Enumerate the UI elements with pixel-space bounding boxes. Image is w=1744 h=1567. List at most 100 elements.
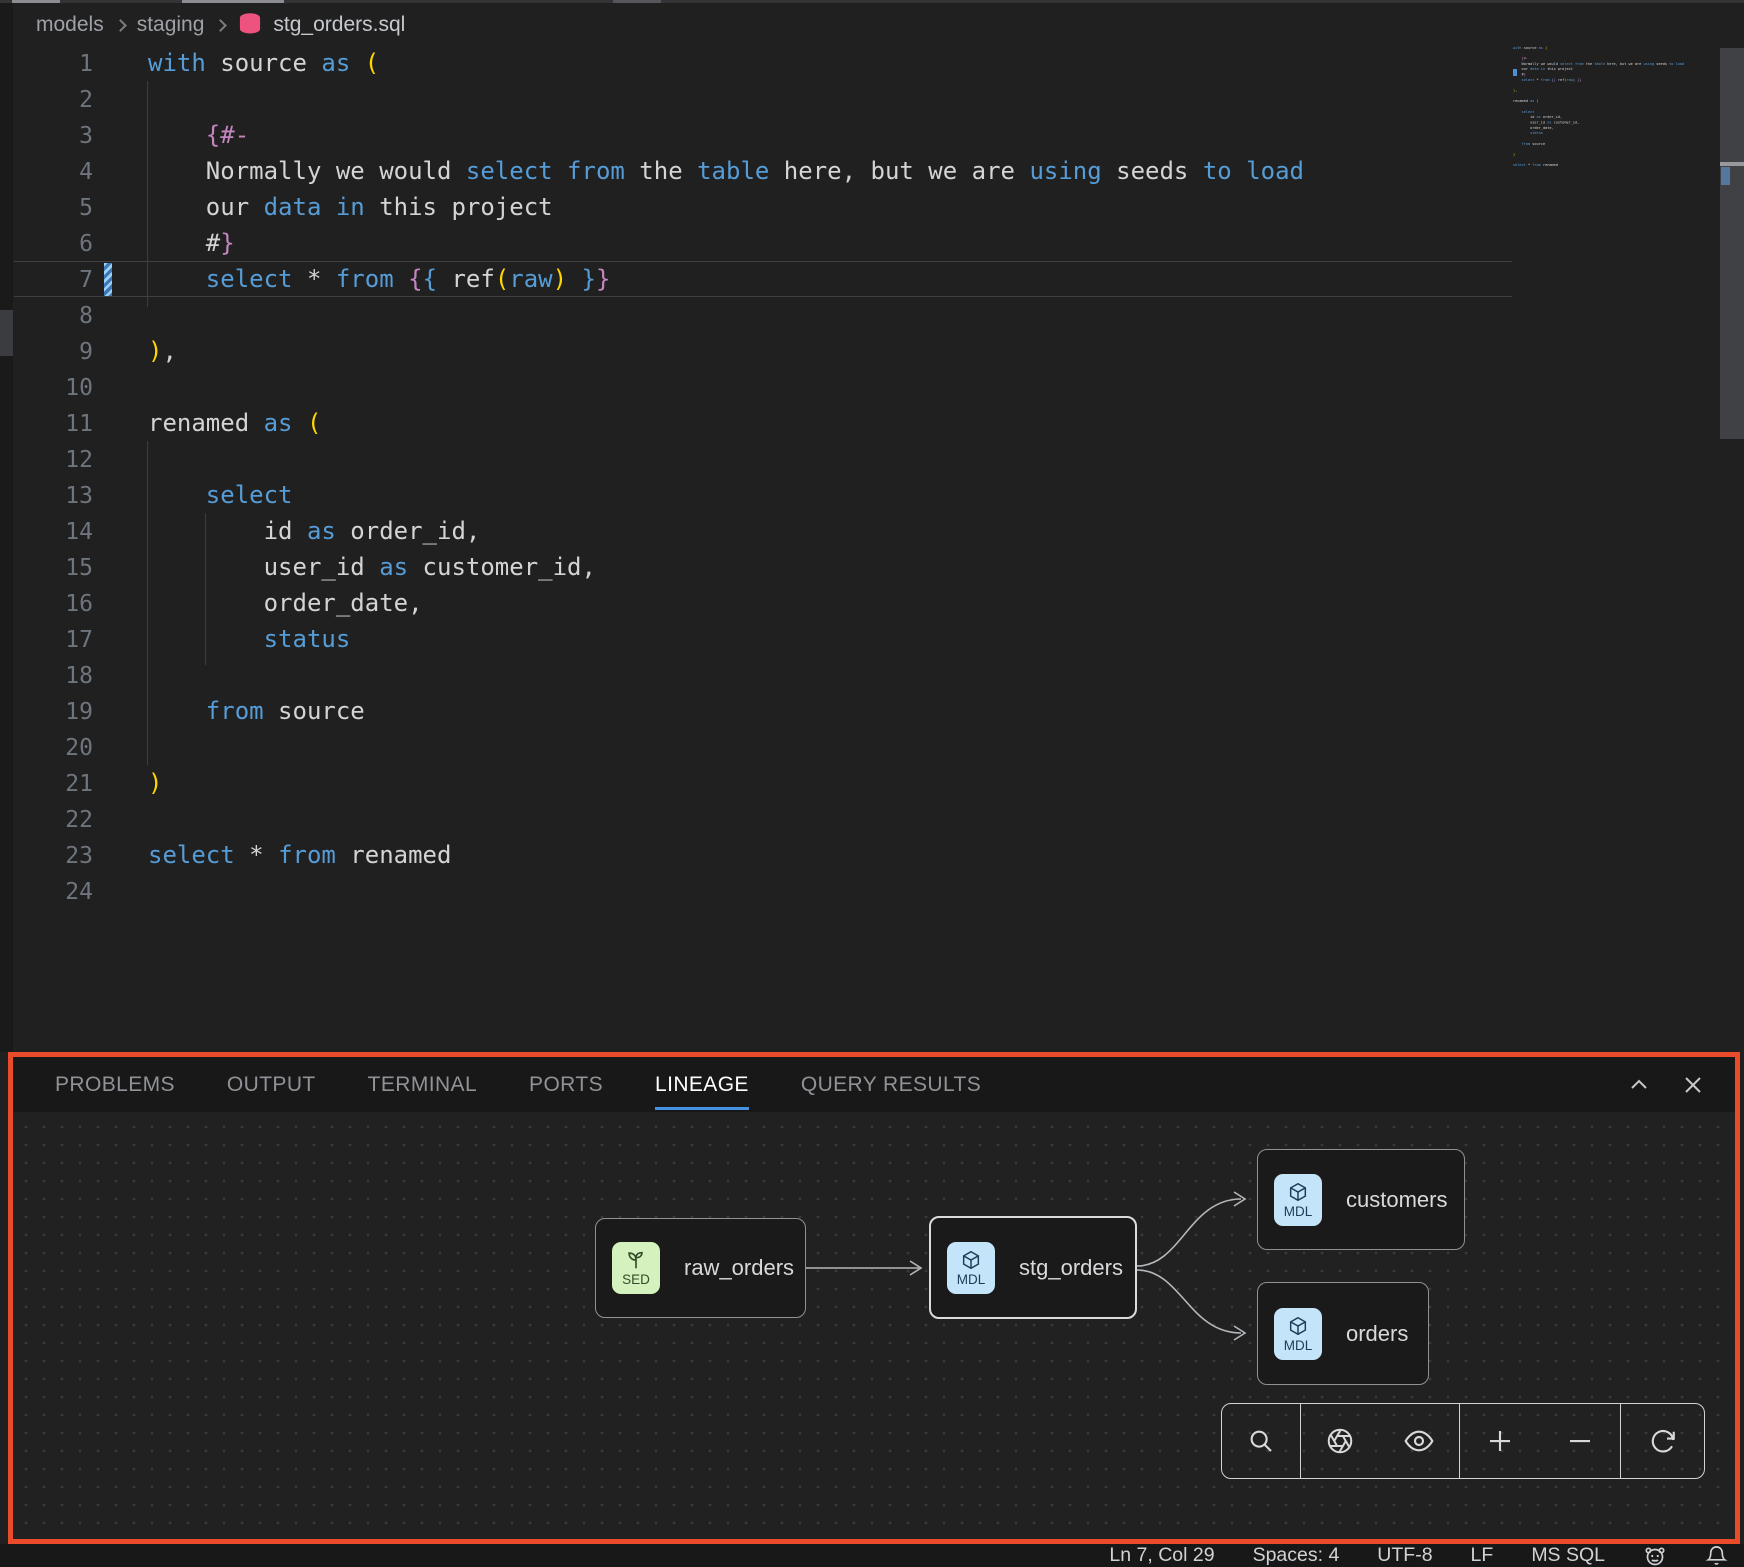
current-line-highlight	[14, 261, 1512, 297]
cursor-position[interactable]: Ln 7, Col 29	[1109, 1544, 1214, 1567]
code-line[interactable]: 14 id as order_id,	[0, 513, 1513, 549]
refresh-button[interactable]	[1648, 1426, 1678, 1456]
lineage-node-orders[interactable]: MDL orders	[1257, 1282, 1429, 1385]
lineage-toolbar	[1221, 1403, 1705, 1479]
breadcrumb: models staging stg_orders.sql	[36, 10, 405, 40]
zoom-in-button[interactable]	[1485, 1426, 1515, 1456]
breadcrumb-item-models[interactable]: models	[36, 13, 104, 37]
node-badge: MDL	[957, 1272, 986, 1287]
robot-face-icon[interactable]	[1643, 1544, 1667, 1567]
lineage-node-customers[interactable]: MDL customers	[1257, 1149, 1465, 1250]
seed-icon: SED	[612, 1242, 660, 1294]
code-line[interactable]: 15 user_id as customer_id,	[0, 549, 1513, 585]
code-line[interactable]: 11renamed as (	[0, 405, 1513, 441]
lineage-canvas[interactable]: SED raw_orders MDL stg_orders MDL custom…	[13, 1112, 1735, 1539]
tab-ports[interactable]: PORTS	[529, 1073, 603, 1097]
minimap[interactable]: 1with source as (23 {#-4 Normally we wou…	[1513, 45, 1713, 185]
modified-line-marker	[104, 263, 112, 296]
code-editor[interactable]: 1with source as (23 {#-4 Normally we wou…	[0, 45, 1513, 1052]
vscode-window: models staging stg_orders.sql 1with sour…	[0, 0, 1744, 1567]
database-icon	[237, 12, 263, 38]
language-mode[interactable]: MS SQL	[1531, 1544, 1605, 1567]
tab-lineage[interactable]: LINEAGE	[655, 1073, 749, 1097]
indentation-setting[interactable]: Spaces: 4	[1253, 1544, 1340, 1567]
line-number: 3	[0, 118, 93, 154]
code-line[interactable]: 8	[0, 297, 1513, 333]
code-line[interactable]: 17 status	[0, 621, 1513, 657]
search-icon	[1246, 1426, 1276, 1456]
close-panel-icon[interactable]	[1681, 1073, 1705, 1097]
breadcrumb-item-file[interactable]: stg_orders.sql	[273, 13, 405, 37]
model-icon: MDL	[1274, 1308, 1322, 1360]
tab-problems[interactable]: PROBLEMS	[55, 1073, 175, 1097]
eye-icon	[1403, 1425, 1435, 1457]
overview-ruler-line	[1720, 162, 1744, 166]
aperture-button[interactable]	[1325, 1426, 1355, 1456]
code-line[interactable]: 20	[0, 729, 1513, 765]
collapse-panel-chevron-up-icon[interactable]	[1627, 1073, 1651, 1097]
line-number: 19	[0, 694, 93, 730]
line-number: 2	[0, 82, 93, 118]
code-line[interactable]: 16 order_date,	[0, 585, 1513, 621]
top-hairline	[0, 0, 1744, 3]
code-line: 24	[1513, 168, 1711, 173]
status-bar: Ln 7, Col 29 Spaces: 4 UTF-8 LF MS SQL	[0, 1544, 1744, 1567]
encoding[interactable]: UTF-8	[1377, 1544, 1432, 1567]
code-line[interactable]: 18	[0, 657, 1513, 693]
node-badge: MDL	[1284, 1338, 1313, 1353]
line-number: 15	[0, 550, 93, 586]
code-line[interactable]: 5 our data in this project	[0, 189, 1513, 225]
code-line[interactable]: 22	[0, 801, 1513, 837]
code-line[interactable]: 19 from source	[0, 693, 1513, 729]
overview-modified-marker	[1721, 167, 1730, 185]
node-label: raw_orders	[684, 1255, 794, 1281]
code-line[interactable]: 9),	[0, 333, 1513, 369]
line-number: 22	[0, 802, 93, 838]
tab-terminal[interactable]: TERMINAL	[368, 1073, 477, 1097]
model-icon: MDL	[1274, 1174, 1322, 1226]
line-number: 24	[0, 874, 93, 910]
search-button[interactable]	[1246, 1426, 1276, 1456]
node-label: stg_orders	[1019, 1255, 1123, 1281]
line-number: 4	[0, 154, 93, 190]
node-badge: MDL	[1284, 1204, 1313, 1219]
line-number: 8	[0, 298, 93, 334]
breadcrumb-item-staging[interactable]: staging	[137, 13, 205, 37]
plus-icon	[1485, 1426, 1515, 1456]
code-line[interactable]: 6 #}	[0, 225, 1513, 261]
lineage-node-stg_orders[interactable]: MDL stg_orders	[929, 1216, 1137, 1319]
chevron-right-icon	[215, 19, 228, 32]
refresh-icon	[1648, 1426, 1678, 1456]
code-line[interactable]: 1with source as (	[0, 45, 1513, 81]
line-number: 6	[0, 226, 93, 262]
node-label: customers	[1346, 1187, 1447, 1213]
line-number: 17	[0, 622, 93, 658]
bell-icon[interactable]	[1705, 1544, 1728, 1567]
code-line[interactable]: 23select * from renamed	[0, 837, 1513, 873]
code-line[interactable]: 3 {#-	[0, 117, 1513, 153]
line-number: 9	[0, 334, 93, 370]
tab-query-results[interactable]: QUERY RESULTS	[801, 1073, 981, 1097]
code-line[interactable]: 4 Normally we would select from the tabl…	[0, 153, 1513, 189]
editor-scrollbar[interactable]	[1720, 48, 1744, 439]
code-line[interactable]: 10	[0, 369, 1513, 405]
chevron-right-icon	[114, 19, 127, 32]
node-label: orders	[1346, 1321, 1408, 1347]
lineage-node-raw_orders[interactable]: SED raw_orders	[595, 1218, 806, 1318]
eol-setting[interactable]: LF	[1471, 1544, 1494, 1567]
minus-icon	[1565, 1426, 1595, 1456]
code-line[interactable]: 2	[0, 81, 1513, 117]
tab-output[interactable]: OUTPUT	[227, 1073, 316, 1097]
bottom-panel: PROBLEMS OUTPUT TERMINAL PORTS LINEAGE Q…	[13, 1057, 1735, 1539]
code-line[interactable]: 12	[0, 441, 1513, 477]
aperture-icon	[1325, 1426, 1355, 1456]
indent-guide	[205, 513, 206, 665]
panel-tab-bar: PROBLEMS OUTPUT TERMINAL PORTS LINEAGE Q…	[13, 1057, 1735, 1112]
visibility-button[interactable]	[1403, 1425, 1435, 1457]
code-line[interactable]: 24	[0, 873, 1513, 909]
line-number: 23	[0, 838, 93, 874]
code-line[interactable]: 21)	[0, 765, 1513, 801]
zoom-out-button[interactable]	[1565, 1426, 1595, 1456]
line-number: 5	[0, 190, 93, 226]
code-line[interactable]: 13 select	[0, 477, 1513, 513]
